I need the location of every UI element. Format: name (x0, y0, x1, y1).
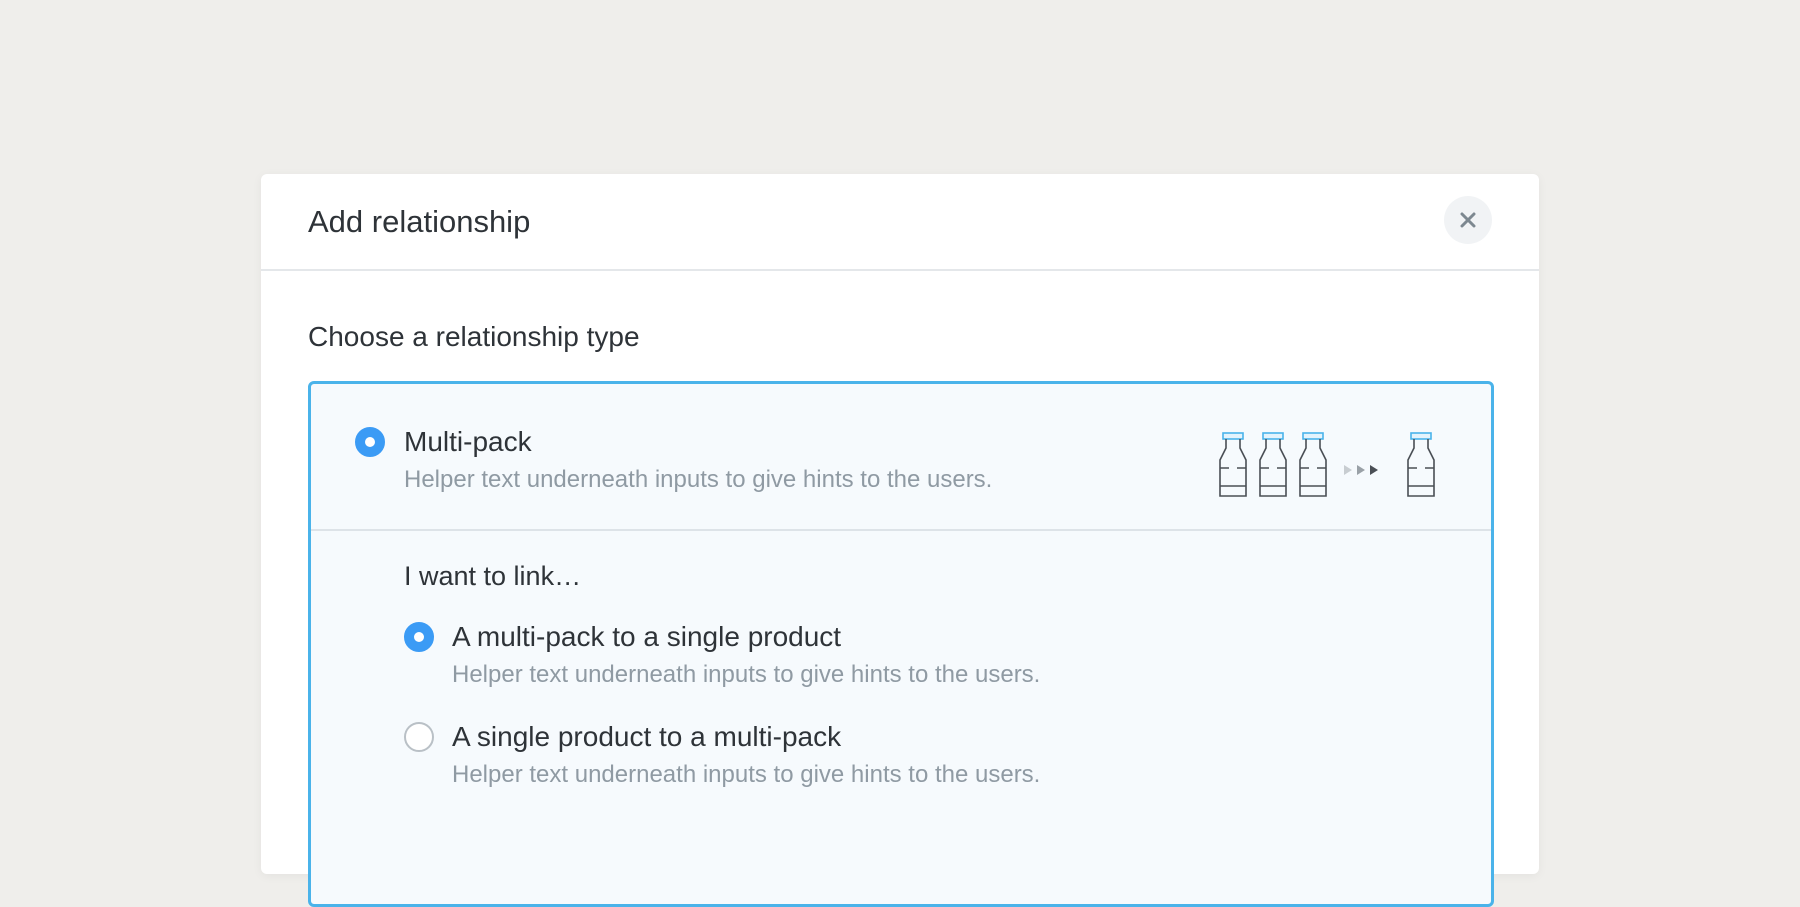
close-icon (1460, 212, 1476, 228)
choice-multipack-to-single-help: Helper text underneath inputs to give hi… (452, 661, 1041, 688)
modal-title: Add relationship (308, 204, 531, 239)
close-button[interactable] (1444, 196, 1492, 244)
choice-single-to-multipack-label[interactable]: A single product to a multi-pack (452, 719, 841, 755)
modal-header: Add relationship (261, 174, 1539, 271)
add-relationship-modal: Add relationship Choose a relationship t… (261, 174, 1539, 907)
multipack-radio[interactable] (355, 427, 385, 457)
choice-multipack-to-single-radio[interactable] (404, 622, 434, 652)
choice-single-to-multipack-radio[interactable] (404, 722, 434, 752)
option-help: Helper text underneath inputs to give hi… (404, 466, 993, 493)
choice-multipack-to-single-label[interactable]: A multi-pack to a single product (452, 619, 841, 655)
option-label: Multi-pack (404, 426, 532, 457)
choice-single-to-multipack-help: Helper text underneath inputs to give hi… (452, 761, 1041, 788)
section-title: Choose a relationship type (308, 321, 640, 352)
link-title: I want to link… (404, 561, 582, 591)
relationship-option-multipack[interactable]: Multi-pack Helper text underneath inputs… (308, 381, 1494, 907)
option-header[interactable]: Multi-pack Helper text underneath inputs… (311, 384, 1491, 531)
bottles-to-bottle-icon (1219, 432, 1435, 497)
